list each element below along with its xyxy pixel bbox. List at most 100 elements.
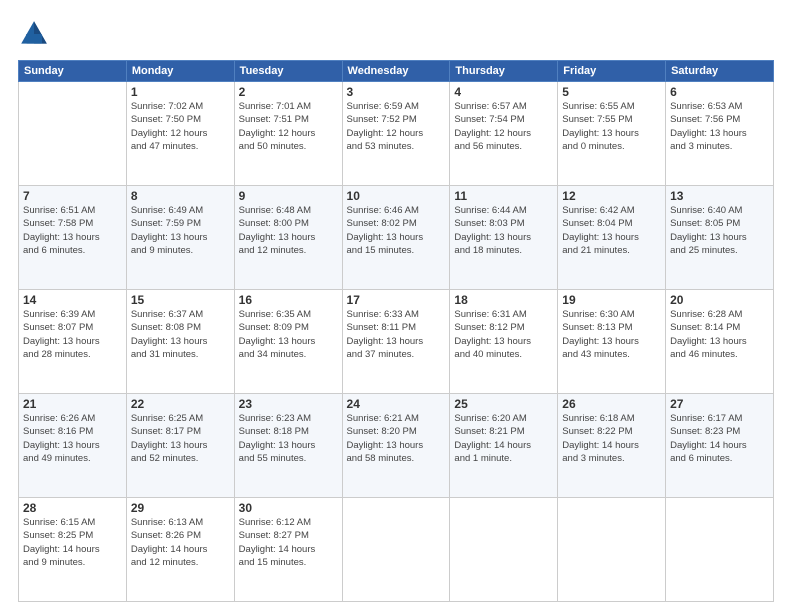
weekday-header: Thursday [450, 61, 558, 82]
logo-icon [18, 18, 50, 50]
day-number: 28 [23, 501, 122, 515]
day-info: Sunrise: 6:51 AM Sunset: 7:58 PM Dayligh… [23, 204, 122, 257]
weekday-header: Monday [126, 61, 234, 82]
day-number: 29 [131, 501, 230, 515]
calendar-cell [342, 498, 450, 602]
day-info: Sunrise: 6:26 AM Sunset: 8:16 PM Dayligh… [23, 412, 122, 465]
weekday-header: Wednesday [342, 61, 450, 82]
day-number: 7 [23, 189, 122, 203]
day-number: 18 [454, 293, 553, 307]
day-info: Sunrise: 6:12 AM Sunset: 8:27 PM Dayligh… [239, 516, 338, 569]
calendar-header-row: SundayMondayTuesdayWednesdayThursdayFrid… [19, 61, 774, 82]
weekday-header: Friday [558, 61, 666, 82]
day-info: Sunrise: 6:25 AM Sunset: 8:17 PM Dayligh… [131, 412, 230, 465]
day-info: Sunrise: 6:28 AM Sunset: 8:14 PM Dayligh… [670, 308, 769, 361]
day-number: 25 [454, 397, 553, 411]
calendar-cell: 10Sunrise: 6:46 AM Sunset: 8:02 PM Dayli… [342, 186, 450, 290]
day-info: Sunrise: 6:17 AM Sunset: 8:23 PM Dayligh… [670, 412, 769, 465]
day-info: Sunrise: 6:37 AM Sunset: 8:08 PM Dayligh… [131, 308, 230, 361]
day-info: Sunrise: 6:13 AM Sunset: 8:26 PM Dayligh… [131, 516, 230, 569]
day-info: Sunrise: 6:40 AM Sunset: 8:05 PM Dayligh… [670, 204, 769, 257]
calendar-week-row: 21Sunrise: 6:26 AM Sunset: 8:16 PM Dayli… [19, 394, 774, 498]
day-number: 27 [670, 397, 769, 411]
day-number: 26 [562, 397, 661, 411]
calendar-week-row: 1Sunrise: 7:02 AM Sunset: 7:50 PM Daylig… [19, 82, 774, 186]
day-number: 17 [347, 293, 446, 307]
calendar-cell: 15Sunrise: 6:37 AM Sunset: 8:08 PM Dayli… [126, 290, 234, 394]
calendar-cell: 30Sunrise: 6:12 AM Sunset: 8:27 PM Dayli… [234, 498, 342, 602]
day-info: Sunrise: 6:31 AM Sunset: 8:12 PM Dayligh… [454, 308, 553, 361]
day-info: Sunrise: 6:49 AM Sunset: 7:59 PM Dayligh… [131, 204, 230, 257]
day-number: 15 [131, 293, 230, 307]
logo [18, 18, 56, 50]
day-info: Sunrise: 7:02 AM Sunset: 7:50 PM Dayligh… [131, 100, 230, 153]
calendar-cell: 20Sunrise: 6:28 AM Sunset: 8:14 PM Dayli… [666, 290, 774, 394]
calendar-cell: 1Sunrise: 7:02 AM Sunset: 7:50 PM Daylig… [126, 82, 234, 186]
day-info: Sunrise: 6:48 AM Sunset: 8:00 PM Dayligh… [239, 204, 338, 257]
day-number: 5 [562, 85, 661, 99]
day-info: Sunrise: 6:15 AM Sunset: 8:25 PM Dayligh… [23, 516, 122, 569]
calendar-cell: 26Sunrise: 6:18 AM Sunset: 8:22 PM Dayli… [558, 394, 666, 498]
day-number: 30 [239, 501, 338, 515]
calendar-cell [450, 498, 558, 602]
day-info: Sunrise: 6:33 AM Sunset: 8:11 PM Dayligh… [347, 308, 446, 361]
calendar-cell: 11Sunrise: 6:44 AM Sunset: 8:03 PM Dayli… [450, 186, 558, 290]
day-number: 14 [23, 293, 122, 307]
calendar-cell [666, 498, 774, 602]
calendar-week-row: 7Sunrise: 6:51 AM Sunset: 7:58 PM Daylig… [19, 186, 774, 290]
day-number: 21 [23, 397, 122, 411]
calendar-cell: 14Sunrise: 6:39 AM Sunset: 8:07 PM Dayli… [19, 290, 127, 394]
calendar-cell [558, 498, 666, 602]
day-info: Sunrise: 6:30 AM Sunset: 8:13 PM Dayligh… [562, 308, 661, 361]
calendar-cell: 2Sunrise: 7:01 AM Sunset: 7:51 PM Daylig… [234, 82, 342, 186]
day-info: Sunrise: 6:55 AM Sunset: 7:55 PM Dayligh… [562, 100, 661, 153]
calendar-cell: 27Sunrise: 6:17 AM Sunset: 8:23 PM Dayli… [666, 394, 774, 498]
day-number: 9 [239, 189, 338, 203]
day-number: 22 [131, 397, 230, 411]
calendar-cell: 16Sunrise: 6:35 AM Sunset: 8:09 PM Dayli… [234, 290, 342, 394]
calendar-cell: 21Sunrise: 6:26 AM Sunset: 8:16 PM Dayli… [19, 394, 127, 498]
calendar-cell: 6Sunrise: 6:53 AM Sunset: 7:56 PM Daylig… [666, 82, 774, 186]
calendar-cell: 4Sunrise: 6:57 AM Sunset: 7:54 PM Daylig… [450, 82, 558, 186]
day-info: Sunrise: 6:23 AM Sunset: 8:18 PM Dayligh… [239, 412, 338, 465]
calendar-cell: 3Sunrise: 6:59 AM Sunset: 7:52 PM Daylig… [342, 82, 450, 186]
day-info: Sunrise: 6:46 AM Sunset: 8:02 PM Dayligh… [347, 204, 446, 257]
calendar-cell: 19Sunrise: 6:30 AM Sunset: 8:13 PM Dayli… [558, 290, 666, 394]
day-number: 2 [239, 85, 338, 99]
day-info: Sunrise: 6:35 AM Sunset: 8:09 PM Dayligh… [239, 308, 338, 361]
calendar-cell: 23Sunrise: 6:23 AM Sunset: 8:18 PM Dayli… [234, 394, 342, 498]
day-number: 16 [239, 293, 338, 307]
calendar-cell: 22Sunrise: 6:25 AM Sunset: 8:17 PM Dayli… [126, 394, 234, 498]
calendar-cell: 12Sunrise: 6:42 AM Sunset: 8:04 PM Dayli… [558, 186, 666, 290]
day-info: Sunrise: 6:21 AM Sunset: 8:20 PM Dayligh… [347, 412, 446, 465]
day-info: Sunrise: 6:53 AM Sunset: 7:56 PM Dayligh… [670, 100, 769, 153]
day-info: Sunrise: 6:39 AM Sunset: 8:07 PM Dayligh… [23, 308, 122, 361]
calendar-cell: 28Sunrise: 6:15 AM Sunset: 8:25 PM Dayli… [19, 498, 127, 602]
day-number: 3 [347, 85, 446, 99]
day-number: 4 [454, 85, 553, 99]
calendar-cell: 8Sunrise: 6:49 AM Sunset: 7:59 PM Daylig… [126, 186, 234, 290]
calendar-cell: 9Sunrise: 6:48 AM Sunset: 8:00 PM Daylig… [234, 186, 342, 290]
calendar-cell: 5Sunrise: 6:55 AM Sunset: 7:55 PM Daylig… [558, 82, 666, 186]
weekday-header: Tuesday [234, 61, 342, 82]
day-number: 10 [347, 189, 446, 203]
calendar-cell: 24Sunrise: 6:21 AM Sunset: 8:20 PM Dayli… [342, 394, 450, 498]
day-number: 6 [670, 85, 769, 99]
day-info: Sunrise: 7:01 AM Sunset: 7:51 PM Dayligh… [239, 100, 338, 153]
calendar-table: SundayMondayTuesdayWednesdayThursdayFrid… [18, 60, 774, 602]
weekday-header: Saturday [666, 61, 774, 82]
calendar-week-row: 28Sunrise: 6:15 AM Sunset: 8:25 PM Dayli… [19, 498, 774, 602]
day-number: 20 [670, 293, 769, 307]
day-number: 23 [239, 397, 338, 411]
calendar-cell [19, 82, 127, 186]
header [18, 18, 774, 50]
weekday-header: Sunday [19, 61, 127, 82]
page: SundayMondayTuesdayWednesdayThursdayFrid… [0, 0, 792, 612]
calendar-week-row: 14Sunrise: 6:39 AM Sunset: 8:07 PM Dayli… [19, 290, 774, 394]
day-number: 19 [562, 293, 661, 307]
day-number: 24 [347, 397, 446, 411]
day-info: Sunrise: 6:57 AM Sunset: 7:54 PM Dayligh… [454, 100, 553, 153]
calendar-cell: 29Sunrise: 6:13 AM Sunset: 8:26 PM Dayli… [126, 498, 234, 602]
calendar-cell: 18Sunrise: 6:31 AM Sunset: 8:12 PM Dayli… [450, 290, 558, 394]
calendar-cell: 17Sunrise: 6:33 AM Sunset: 8:11 PM Dayli… [342, 290, 450, 394]
